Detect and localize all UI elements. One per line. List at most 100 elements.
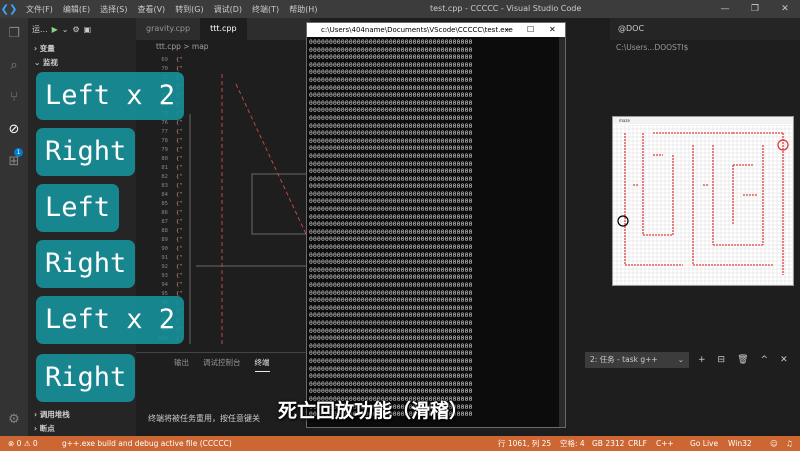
close-panel-icon[interactable]: ✕	[780, 352, 788, 368]
section-watch[interactable]: ⌄ 监视	[28, 56, 136, 69]
console-row: 0000000000000000000000000000000000000000…	[309, 319, 473, 327]
feedback-icon[interactable]: ☺	[770, 436, 778, 451]
console-row: 0000000000000000000000000000000000000000…	[309, 175, 473, 183]
console-row: 0000000000000000000000000000000000000000…	[309, 304, 473, 312]
overlay-step-1: Left x 2	[36, 72, 185, 120]
gear-icon[interactable]: ⚙	[73, 25, 80, 34]
chevron-down-icon[interactable]: ⌄	[62, 25, 69, 34]
console-row: 0000000000000000000000000000000000000000…	[309, 130, 473, 138]
language-status[interactable]: C++	[656, 436, 674, 451]
console-title: c:\Users\404name\Documents\VScode\CCCCC\…	[321, 26, 513, 34]
problems-status[interactable]: ⊗ 0 ⚠ 0	[8, 436, 38, 451]
indentation-status[interactable]: 空格: 4	[560, 436, 585, 451]
extensions-icon[interactable]: ⊞	[6, 154, 22, 170]
maximize-icon[interactable]: ☐	[527, 23, 534, 37]
console-row: 0000000000000000000000000000000000000000…	[309, 160, 473, 168]
console-row: 0000000000000000000000000000000000000000…	[309, 168, 473, 176]
menu-edit[interactable]: 编辑(E)	[63, 4, 90, 15]
encoding-status[interactable]: GB 2312	[592, 436, 624, 451]
source-control-icon[interactable]: ⑂	[6, 90, 22, 106]
bell-icon[interactable]: ♫	[786, 436, 793, 451]
console-output: 0000000000000000000000000000000000000000…	[309, 39, 561, 427]
terminal-path: C:\Users...DOOSTI$	[616, 43, 689, 52]
section-call-stack[interactable]: › 调用堆栈	[28, 408, 136, 421]
menu-debug[interactable]: 调试(D)	[214, 4, 242, 15]
section-label: 监视	[42, 58, 58, 67]
play-icon[interactable]: ▶	[52, 25, 58, 34]
section-variables[interactable]: › 变量	[28, 42, 136, 55]
maze-window: maze	[612, 116, 794, 286]
console-row: 0000000000000000000000000000000000000000…	[309, 327, 473, 335]
video-caption: 死亡回放功能（滑稽）	[278, 400, 469, 422]
terminal-select[interactable]: 2: 任务 - task g++ ⌄	[585, 352, 689, 368]
tab-terminal[interactable]: 终端	[254, 353, 270, 372]
console-row: 0000000000000000000000000000000000000000…	[309, 221, 473, 229]
split-terminal-icon[interactable]: ⊟	[718, 352, 726, 368]
console-row: 0000000000000000000000000000000000000000…	[309, 46, 473, 54]
console-row: 0000000000000000000000000000000000000000…	[309, 76, 473, 84]
terminal-header: @DOC	[610, 18, 800, 40]
go-live-button[interactable]: Go Live	[690, 436, 718, 451]
task-status[interactable]: g++.exe build and debug active file (CCC…	[62, 436, 232, 451]
menu-view[interactable]: 查看(V)	[137, 4, 165, 15]
gear-icon[interactable]: ⚙	[6, 412, 22, 428]
terminal-select-value: 2: 任务 - task g++	[590, 355, 658, 364]
section-label: 变量	[39, 44, 55, 53]
overlay-step-2: Right	[36, 128, 136, 176]
tab-debug-console[interactable]: 调试控制台	[203, 353, 241, 372]
console-row: 0000000000000000000000000000000000000000…	[309, 388, 473, 396]
menu-file[interactable]: 文件(F)	[26, 4, 53, 15]
cursor-position[interactable]: 行 1061, 列 25	[498, 436, 551, 451]
menu-selection[interactable]: 选择(S)	[100, 4, 127, 15]
minimize-icon[interactable]: —	[710, 0, 740, 18]
explorer-icon[interactable]: ❐	[6, 26, 22, 42]
console-row: 0000000000000000000000000000000000000000…	[309, 69, 473, 77]
menu-go[interactable]: 转到(G)	[175, 4, 203, 15]
tab-output[interactable]: 输出	[174, 353, 189, 372]
close-icon[interactable]: ✕	[770, 0, 800, 18]
maximize-icon[interactable]: ❐	[740, 0, 770, 18]
terminal-user: @DOC	[618, 24, 645, 33]
minimize-icon[interactable]: —	[505, 23, 513, 37]
close-icon[interactable]: ✕	[549, 23, 556, 37]
console-icon[interactable]: ▣	[84, 25, 92, 34]
run-config-label: 运...	[32, 24, 48, 34]
console-row: 0000000000000000000000000000000000000000…	[309, 39, 473, 46]
status-bar: ⊗ 0 ⚠ 0 g++.exe build and debug active f…	[0, 436, 800, 451]
console-row: 0000000000000000000000000000000000000000…	[309, 84, 473, 92]
debug-icon[interactable]: ⊘	[6, 122, 22, 138]
console-row: 0000000000000000000000000000000000000000…	[309, 297, 473, 305]
console-row: 0000000000000000000000000000000000000000…	[309, 350, 473, 358]
console-row: 0000000000000000000000000000000000000000…	[309, 251, 473, 259]
console-row: 0000000000000000000000000000000000000000…	[309, 206, 473, 214]
add-terminal-icon[interactable]: +	[698, 352, 706, 368]
console-row: 0000000000000000000000000000000000000000…	[309, 259, 473, 267]
eol-status[interactable]: CRLF	[628, 436, 647, 451]
console-row: 0000000000000000000000000000000000000000…	[309, 289, 473, 297]
console-row: 0000000000000000000000000000000000000000…	[309, 274, 473, 282]
overlay-step-4: Right	[36, 240, 136, 288]
maze-title: maze	[613, 117, 793, 124]
console-row: 0000000000000000000000000000000000000000…	[309, 137, 473, 145]
console-window[interactable]: c:\Users\404name\Documents\VScode\CCCCC\…	[306, 22, 566, 428]
console-scrollbar[interactable]	[559, 37, 565, 427]
platform-status[interactable]: Win32	[728, 436, 752, 451]
console-title-bar: c:\Users\404name\Documents\VScode\CCCCC\…	[307, 23, 565, 37]
menu-bar: 文件(F) 编辑(E) 选择(S) 查看(V) 转到(G) 调试(D) 终端(T…	[26, 4, 317, 15]
menu-terminal[interactable]: 终端(T)	[252, 4, 279, 15]
menu-help[interactable]: 帮助(H)	[289, 4, 317, 15]
console-row: 0000000000000000000000000000000000000000…	[309, 213, 473, 221]
panel-tabs: 输出 调试控制台 终端	[136, 352, 310, 372]
section-breakpoints[interactable]: › 断点	[28, 422, 136, 435]
maximize-panel-icon[interactable]: ^	[761, 352, 769, 368]
tab-ttt[interactable]: ttt.cpp	[200, 18, 247, 40]
console-row: 0000000000000000000000000000000000000000…	[309, 107, 473, 115]
trash-icon[interactable]: 🗑	[737, 352, 748, 368]
title-bar: ❮❯ 文件(F) 编辑(E) 选择(S) 查看(V) 转到(G) 调试(D) 终…	[0, 0, 800, 18]
tab-gravity[interactable]: gravity.cpp	[136, 18, 200, 40]
breadcrumb[interactable]: ttt.cpp > map	[136, 40, 310, 54]
section-label: 调用堆栈	[39, 410, 70, 419]
search-icon[interactable]: ⌕	[6, 58, 22, 74]
console-row: 0000000000000000000000000000000000000000…	[309, 335, 473, 343]
terminal-actions: + ⊟ 🗑 ^ ✕	[698, 352, 788, 368]
